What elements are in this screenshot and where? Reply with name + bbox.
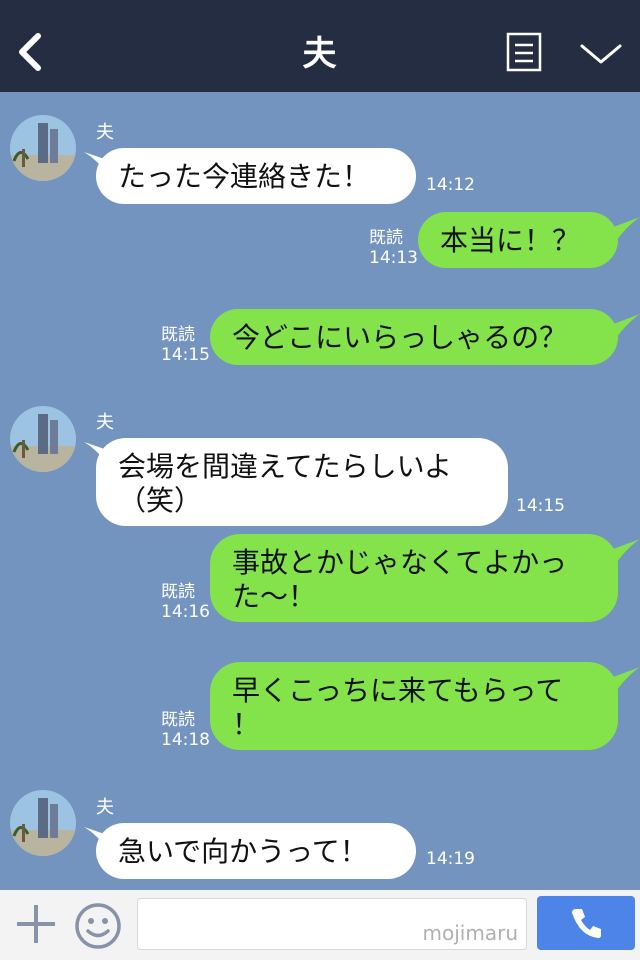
- chevron-down-icon: [580, 44, 622, 64]
- sender-name: 夫: [96, 412, 114, 433]
- call-button[interactable]: [537, 896, 635, 950]
- message-text: たった今連絡きた！: [118, 160, 371, 193]
- read-status: 既読: [161, 325, 195, 345]
- input-bar: mojimaru: [0, 890, 640, 960]
- message-text-line: （笑）: [118, 484, 203, 517]
- watermark-text: mojimaru: [422, 921, 518, 945]
- message-meta: 既読 14:15: [161, 325, 210, 365]
- add-button[interactable]: [14, 902, 58, 946]
- message-meta: 既読 14:18: [161, 710, 210, 750]
- smiley-icon: [75, 903, 121, 949]
- avatar[interactable]: [10, 406, 76, 472]
- read-status: 既読: [369, 228, 403, 248]
- avatar[interactable]: [10, 790, 76, 856]
- read-status: 既読: [161, 582, 195, 602]
- message-time: 14:15: [161, 345, 210, 365]
- avatar-image: [10, 790, 76, 856]
- emoji-button[interactable]: [74, 902, 122, 950]
- chat-header: 夫: [0, 0, 640, 92]
- message-time: 14:18: [161, 730, 210, 750]
- avatar-image: [10, 406, 76, 472]
- message-meta: 既読 14:13: [369, 228, 418, 268]
- message-text-line: た〜！: [232, 580, 317, 613]
- read-status: 既読: [161, 710, 195, 730]
- avatar[interactable]: [10, 115, 76, 181]
- note-button[interactable]: [506, 32, 542, 72]
- chat-title: 夫: [302, 34, 338, 74]
- message-time: 14:15: [516, 496, 565, 516]
- message-text-line: 早くこっちに来てもらって: [232, 674, 564, 707]
- message-bubble[interactable]: 事故とかじゃなくてよかっ た〜！: [210, 534, 618, 622]
- message-text: 今どこにいらっしゃるの？: [232, 321, 568, 354]
- phone-icon: [572, 909, 601, 938]
- sender-name: 夫: [96, 122, 114, 143]
- message-bubble[interactable]: 会場を間違えてたらしいよ （笑）: [96, 438, 508, 526]
- message-bubble[interactable]: 早くこっちに来てもらって ！: [210, 662, 618, 750]
- message-input[interactable]: mojimaru: [137, 898, 527, 950]
- plus-icon: [17, 905, 55, 943]
- message-time: 14:19: [426, 849, 475, 869]
- note-icon: [506, 32, 542, 72]
- message-text-line: 会場を間違えてたらしいよ: [118, 450, 453, 483]
- sender-name: 夫: [96, 797, 114, 818]
- message-time: 14:13: [369, 248, 418, 268]
- message-bubble[interactable]: たった今連絡きた！: [96, 148, 416, 204]
- message-time: 14:16: [161, 602, 210, 622]
- avatar-image: [10, 115, 76, 181]
- message-time: 14:12: [426, 175, 475, 195]
- message-bubble[interactable]: 今どこにいらっしゃるの？: [210, 309, 618, 365]
- collapse-button[interactable]: [578, 40, 624, 68]
- message-text-line: 事故とかじゃなくてよかっ: [232, 546, 568, 579]
- message-meta: 既読 14:16: [161, 582, 210, 622]
- message-bubble[interactable]: 急いで向かうって！: [96, 823, 416, 879]
- message-text: 本当に！？: [440, 224, 581, 257]
- message-text-line: ！: [232, 708, 261, 741]
- message-bubble[interactable]: 本当に！？: [418, 212, 618, 268]
- message-text: 急いで向かうって！: [118, 835, 368, 868]
